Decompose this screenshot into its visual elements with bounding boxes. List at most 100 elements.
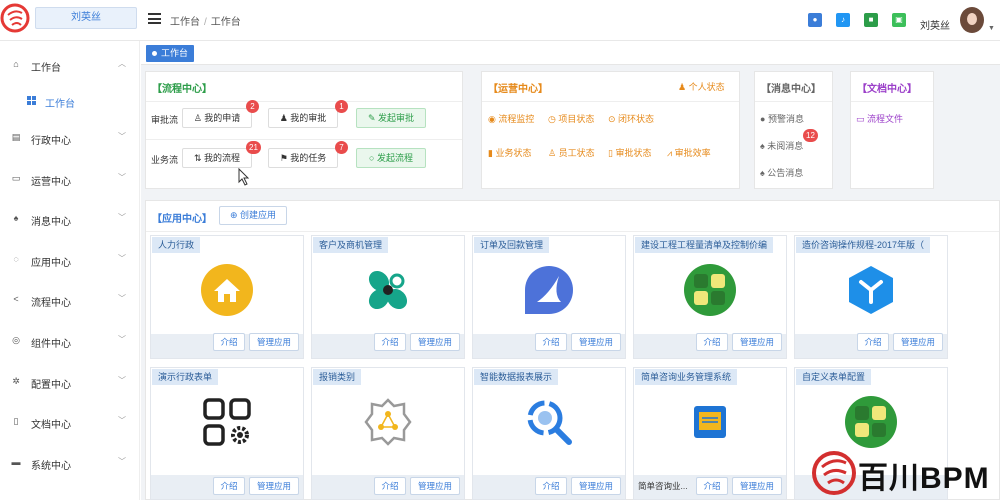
business-status-link[interactable]: ▮ 业务状态 (488, 146, 531, 159)
unread-message-link[interactable]: ♠ 未阅消息 (760, 139, 803, 152)
clock-icon: ◷ (548, 114, 559, 124)
app-card[interactable]: 订单及回款管理 介绍 管理应用 (472, 235, 626, 359)
sidebar-item-config[interactable]: ✲ 配置中心 ﹀ (0, 372, 140, 392)
message-icon[interactable]: ■ (864, 13, 878, 27)
message-center-panel: 【消息中心】 ● 预警消息 ♠ 未阅消息 12 ♠ 公告消息 (754, 71, 833, 189)
app-card[interactable]: 简单咨询业务管理系统 简单咨询业... 介绍 管理应用 (633, 367, 787, 500)
sidebar-item-operation[interactable]: ▭ 运营中心 ﹀ (0, 169, 140, 189)
intro-button[interactable]: 介绍 (696, 333, 728, 351)
count-badge: 7 (335, 141, 348, 154)
bell-icon: ♠ (13, 213, 19, 223)
chevron-up-icon: ︿ (118, 59, 126, 68)
trend-icon: ⩘ (667, 148, 675, 158)
chevron-down-icon: ﹀ (118, 132, 126, 141)
process-file-link[interactable]: ▭ 流程文件 (856, 112, 903, 125)
sidebar-item-docs[interactable]: ▯ 文档中心 ﹀ (0, 412, 140, 432)
notice-message-link[interactable]: ♠ 公告消息 (760, 166, 803, 179)
menu-toggle-icon[interactable] (148, 13, 161, 24)
lock-icon[interactable]: ▣ (892, 13, 906, 27)
link-label: 流程监控 (498, 114, 535, 124)
sidebar-item-system[interactable]: ▬ 系统中心 ﹀ (0, 453, 140, 473)
button-label: 发起流程 (376, 153, 413, 163)
button-label: 我的任务 (290, 153, 327, 163)
breadcrumb: 工作台 / 工作台 (170, 17, 241, 28)
app-card[interactable]: 造价咨询操作规程-2017年版（ 介绍 管理应用 (794, 235, 948, 359)
button-label: 创建应用 (240, 210, 277, 220)
approve-status-link[interactable]: ▯ 审批状态 (608, 146, 651, 159)
app-card[interactable]: 报销类别 介绍 管理应用 (311, 367, 465, 500)
app-card[interactable]: 智能数据报表展示 介绍 管理应用 (472, 367, 626, 500)
intro-button[interactable]: 介绍 (213, 333, 245, 351)
app-card[interactable]: 客户及商机管理 介绍 管理应用 (311, 235, 465, 359)
button-label: 我的流程 (204, 153, 241, 163)
avatar[interactable] (960, 7, 984, 33)
tab-workbench[interactable]: 工作台 (146, 45, 195, 62)
intro-button[interactable]: 介绍 (857, 333, 889, 351)
app-name: 自定义表单配置 (796, 369, 872, 385)
intro-button[interactable]: 介绍 (696, 477, 728, 495)
notification-icon[interactable]: ♪ (836, 13, 850, 27)
start-approve-button[interactable]: ✎ 发起审批 (356, 108, 426, 128)
sidebar-item-label: 工作台 (31, 63, 61, 74)
manage-app-button[interactable]: 管理应用 (410, 477, 460, 495)
intro-button[interactable]: 介绍 (535, 477, 567, 495)
sidebar-item-component[interactable]: ◎ 组件中心 ﹀ (0, 331, 140, 351)
manage-app-button[interactable]: 管理应用 (893, 333, 943, 351)
panel-title: 【应用中心】 (152, 214, 212, 225)
sidebar-item-apps[interactable]: ◌ 应用中心 ﹀ (0, 250, 140, 270)
breadcrumb-item[interactable]: 工作台 (170, 17, 200, 28)
link-label: 未阅消息 (767, 141, 804, 151)
my-process-button[interactable]: ⇅ 我的流程 (182, 148, 252, 168)
sidebar-item-workbench[interactable]: ⌂ 工作台 ︿ (0, 55, 140, 75)
my-task-button[interactable]: ⚑ 我的任务 (268, 148, 338, 168)
staff-status-link[interactable]: ♙ 员工状态 (548, 146, 595, 159)
link-label: 项目状态 (558, 114, 595, 124)
my-approve-button[interactable]: ♟ 我的审批 (268, 108, 338, 128)
create-app-button[interactable]: ⊕ 创建应用 (219, 206, 287, 225)
sidebar-item-message[interactable]: ♠ 消息中心 ﹀ (0, 209, 140, 229)
user-box[interactable]: 刘英丝 (35, 7, 137, 29)
start-process-button[interactable]: ○ 发起流程 (356, 148, 426, 168)
eye-icon: ◉ (488, 114, 499, 124)
manage-app-button[interactable]: 管理应用 (571, 477, 621, 495)
warning-message-link[interactable]: ● 预警消息 (760, 112, 804, 125)
grid-icon (27, 96, 36, 105)
sidebar-item-process[interactable]: < 流程中心 ﹀ (0, 290, 140, 310)
intro-button[interactable]: 介绍 (374, 477, 406, 495)
sidebar-subitem-workbench[interactable]: 工作台 (0, 92, 140, 110)
chevron-down-icon[interactable]: ▼ (988, 25, 995, 32)
circle-icon: ○ (369, 153, 377, 163)
intro-button[interactable]: 介绍 (213, 477, 245, 495)
row-label: 业务流 (151, 155, 179, 165)
ethernet-icon (694, 406, 726, 438)
panel-title: 【文档中心】 (857, 84, 917, 95)
manage-app-button[interactable]: 管理应用 (732, 477, 782, 495)
sidebar-item-admin[interactable]: ▤ 行政中心 ﹀ (0, 128, 140, 148)
watermark-text: 百川BPM (858, 462, 990, 495)
manage-app-button[interactable]: 管理应用 (410, 333, 460, 351)
document-icon: ▯ (13, 416, 19, 426)
sidebar-item-label: 系统中心 (31, 461, 71, 472)
manage-app-button[interactable]: 管理应用 (571, 333, 621, 351)
process-monitor-link[interactable]: ◉ 流程监控 (488, 112, 534, 125)
edit-icon: ✎ (367, 113, 379, 123)
app-name: 智能数据报表展示 (474, 369, 559, 385)
info-icon[interactable]: ● (808, 13, 822, 27)
intro-button[interactable]: 介绍 (374, 333, 406, 351)
my-apply-button[interactable]: ♙ 我的申请 (182, 108, 252, 128)
loop-status-link[interactable]: ⊙ 闭环状态 (608, 112, 654, 125)
intro-button[interactable]: 介绍 (535, 333, 567, 351)
link-label: 员工状态 (558, 148, 595, 158)
link-label: 审批效率 (674, 148, 711, 158)
app-card[interactable]: 建设工程工程量清单及控制价编 介绍 管理应用 (633, 235, 787, 359)
approve-efficiency-link[interactable]: ⩘ 审批效率 (667, 146, 711, 159)
manage-app-button[interactable]: 管理应用 (249, 333, 299, 351)
personal-status-link[interactable]: ♟ 个人状态 (678, 80, 725, 93)
username[interactable]: 刘英丝 (920, 17, 950, 32)
top-bar: 刘英丝 工作台 / 工作台 ● ♪ ■ ▣ 刘英丝 ▼ (0, 0, 1000, 41)
manage-app-button[interactable]: 管理应用 (732, 333, 782, 351)
manage-app-button[interactable]: 管理应用 (249, 477, 299, 495)
project-status-link[interactable]: ◷ 项目状态 (548, 112, 594, 125)
app-card[interactable]: 演示行政表单 介绍 管理应用 (150, 367, 304, 500)
app-card[interactable]: 人力行政 介绍 管理应用 (150, 235, 304, 359)
